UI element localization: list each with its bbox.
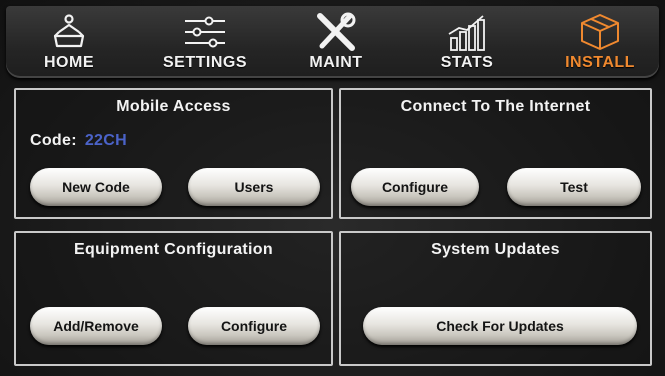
home-icon bbox=[53, 14, 85, 48]
tab-settings[interactable]: SETTINGS bbox=[146, 6, 264, 78]
updates-panel: System Updates Check For Updates bbox=[339, 231, 652, 366]
equipment-panel: Equipment Configuration Add/Remove Confi… bbox=[14, 231, 333, 366]
mobile-access-panel: Mobile Access Code: 22CH New Code Users bbox=[14, 88, 333, 219]
configure-internet-button[interactable]: Configure bbox=[351, 168, 479, 206]
top-tab-bar: HOME SETTINGS MAINT STATS INSTALL bbox=[6, 6, 659, 78]
sliders-icon bbox=[185, 16, 225, 48]
bar-chart-icon bbox=[448, 15, 485, 51]
tab-home-label: HOME bbox=[44, 54, 94, 71]
check-for-updates-button[interactable]: Check For Updates bbox=[363, 307, 637, 345]
internet-title: Connect To The Internet bbox=[400, 98, 591, 115]
tab-install[interactable]: INSTALL bbox=[554, 6, 646, 78]
mobile-code-row: Code: 22CH bbox=[30, 132, 127, 150]
tab-install-label: INSTALL bbox=[565, 54, 635, 71]
code-label: Code: bbox=[30, 132, 77, 149]
new-code-button[interactable]: New Code bbox=[30, 168, 162, 206]
wrench-icon bbox=[317, 12, 356, 51]
code-value: 22CH bbox=[84, 132, 127, 149]
updates-title: System Updates bbox=[431, 241, 560, 258]
tab-stats-label: STATS bbox=[440, 54, 494, 71]
users-button[interactable]: Users bbox=[188, 168, 320, 206]
cube-icon bbox=[581, 14, 619, 50]
tab-home[interactable]: HOME bbox=[24, 6, 114, 78]
configure-equipment-button[interactable]: Configure bbox=[188, 307, 320, 345]
mobile-access-title: Mobile Access bbox=[116, 98, 231, 115]
install-screen: HOME SETTINGS MAINT STATS INSTALL Mobile… bbox=[0, 0, 665, 376]
internet-panel: Connect To The Internet Configure Test bbox=[339, 88, 652, 219]
tab-maint-label: MAINT bbox=[309, 54, 363, 71]
test-button[interactable]: Test bbox=[507, 168, 641, 206]
tab-settings-label: SETTINGS bbox=[162, 54, 247, 71]
tab-maint[interactable]: MAINT bbox=[296, 6, 376, 78]
add-remove-button[interactable]: Add/Remove bbox=[30, 307, 162, 345]
equipment-title: Equipment Configuration bbox=[74, 241, 273, 258]
tab-stats[interactable]: STATS bbox=[424, 6, 510, 78]
